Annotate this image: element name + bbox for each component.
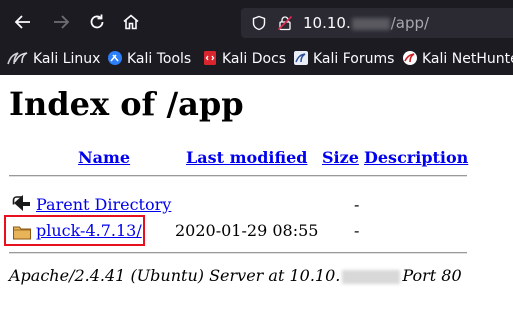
parent-directory-link[interactable]: Parent Directory bbox=[36, 195, 171, 214]
kali-docs-icon bbox=[202, 50, 218, 66]
size-cell: - bbox=[354, 195, 360, 214]
kali-tools-icon bbox=[107, 50, 123, 66]
server-signature-prefix: Apache/2.4.41 (Ubuntu) Server at 10.10. bbox=[9, 266, 341, 285]
size-cell: - bbox=[354, 221, 360, 240]
bookmark-label: Kali Linux bbox=[33, 51, 101, 67]
kali-nethunter-icon bbox=[402, 50, 418, 66]
bookmark-label: Kali Tools bbox=[127, 51, 192, 67]
home-button[interactable] bbox=[118, 9, 144, 35]
column-header-description[interactable]: Description bbox=[364, 148, 468, 167]
url-text[interactable]: 10.10. /app/ bbox=[303, 14, 429, 32]
bookmark-label: Kali NetHunter bbox=[422, 51, 513, 67]
column-header-last-modified[interactable]: Last modified bbox=[186, 148, 307, 167]
footer-divider bbox=[9, 252, 467, 254]
url-host: 10.10. bbox=[303, 14, 351, 32]
back-button[interactable] bbox=[10, 9, 36, 35]
last-modified-cell: 2020-01-29 08:55 bbox=[175, 221, 319, 240]
forward-arrow-icon bbox=[54, 15, 70, 29]
forward-button[interactable] bbox=[48, 9, 74, 35]
url-path: /app/ bbox=[390, 14, 430, 32]
server-signature: Apache/2.4.41 (Ubuntu) Server at 10.10. P… bbox=[9, 266, 462, 285]
redacted-ip bbox=[342, 269, 401, 284]
bookmark-label: Kali Docs bbox=[222, 51, 287, 67]
bookmarks-toolbar: Kali Linux Kali Tools Kali Docs Kali For… bbox=[0, 46, 513, 72]
reload-icon bbox=[90, 14, 104, 29]
bookmark-label: Kali Forums bbox=[313, 51, 395, 67]
browser-chrome: 10.10. /app/ Kali Linux Kali Tools Kali D… bbox=[0, 0, 513, 75]
server-signature-suffix: Port 80 bbox=[402, 266, 462, 285]
insecure-lock-icon[interactable] bbox=[277, 15, 293, 31]
back-arrow-icon bbox=[12, 195, 30, 211]
redacted-ip bbox=[351, 17, 390, 30]
kali-forums-icon bbox=[293, 50, 309, 66]
pluck-directory-link[interactable]: pluck-4.7.13/ bbox=[36, 221, 142, 240]
column-header-size[interactable]: Size bbox=[322, 148, 359, 167]
url-bar[interactable]: 10.10. /app/ bbox=[241, 8, 513, 38]
header-divider bbox=[9, 175, 467, 177]
back-arrow-icon bbox=[14, 15, 30, 29]
kali-dragon-icon bbox=[13, 50, 29, 66]
folder-icon bbox=[13, 226, 31, 240]
bookmark-kali-nethunter[interactable]: Kali NetHunter bbox=[402, 49, 513, 69]
bookmark-kali-linux[interactable]: Kali Linux bbox=[13, 49, 100, 69]
reload-button[interactable] bbox=[84, 9, 110, 35]
bookmark-kali-tools[interactable]: Kali Tools bbox=[107, 49, 191, 69]
home-icon bbox=[123, 14, 139, 30]
directory-listing-page: Index of /app Name Last modified Size De… bbox=[0, 75, 513, 324]
bookmark-kali-forums[interactable]: Kali Forums bbox=[293, 49, 394, 69]
bookmark-kali-docs[interactable]: Kali Docs bbox=[202, 49, 286, 69]
column-header-name[interactable]: Name bbox=[78, 148, 130, 167]
shield-icon[interactable] bbox=[251, 15, 267, 31]
page-title: Index of /app bbox=[9, 85, 244, 123]
